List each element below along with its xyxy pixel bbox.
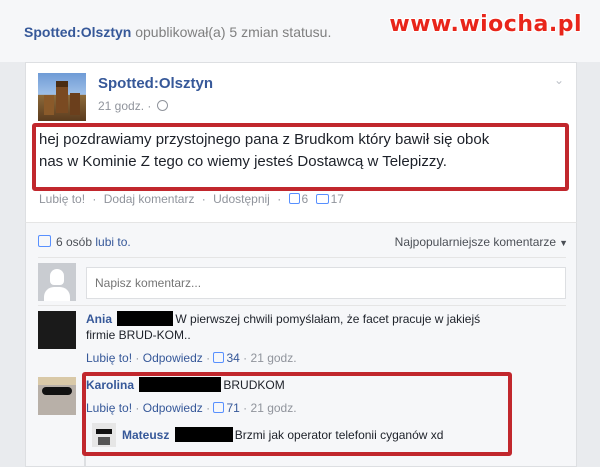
separator-dot: · bbox=[277, 192, 282, 206]
comment-author[interactable]: Ania bbox=[86, 312, 112, 326]
likes-summary-suffix: lubi to. bbox=[95, 235, 131, 249]
story-action-text: opublikował(a) 5 zmian statusu. bbox=[135, 24, 332, 40]
like-button[interactable]: Lubię to! bbox=[39, 192, 85, 206]
comment-like-button[interactable]: Lubię to! bbox=[86, 351, 132, 365]
page-name-link[interactable]: Spotted:Olsztyn bbox=[24, 24, 131, 40]
post-author-link[interactable]: Spotted:Olsztyn bbox=[98, 75, 213, 92]
feed-header-bar: Spotted:Olsztyn opublikował(a) 5 zmian s… bbox=[0, 0, 600, 62]
add-comment-button[interactable]: Dodaj komentarz bbox=[104, 192, 195, 206]
caret-down-icon: ▼ bbox=[559, 238, 568, 248]
highlight-box-post bbox=[32, 123, 569, 191]
highlight-box-comment bbox=[82, 372, 512, 456]
comment-text-line-2: firmie BRUD-KOM.. bbox=[86, 328, 191, 342]
divider bbox=[38, 305, 566, 306]
current-user-avatar bbox=[38, 263, 76, 301]
comment-text-line-1: W pierwszej chwili pomyślałam, że facet … bbox=[175, 312, 481, 326]
commenter-avatar[interactable] bbox=[38, 311, 76, 349]
separator-dot: · bbox=[201, 192, 206, 206]
comments-count[interactable]: 17 bbox=[331, 192, 344, 206]
likes-count[interactable]: 6 bbox=[302, 192, 309, 206]
divider bbox=[38, 257, 566, 258]
sort-comments-dropdown[interactable]: Najpopularniejsze komentarze ▼ bbox=[395, 235, 568, 249]
redaction-bar bbox=[117, 311, 174, 326]
globe-icon bbox=[157, 100, 169, 111]
comment-input[interactable] bbox=[86, 267, 566, 299]
thumbs-up-icon bbox=[38, 235, 51, 247]
like-icon bbox=[288, 193, 300, 204]
comment-likes-count[interactable]: 34 bbox=[226, 351, 239, 365]
post-actions: Lubię to! · Dodaj komentarz · Udostępnij… bbox=[39, 192, 344, 206]
post-timestamp[interactable]: 21 godz. bbox=[98, 99, 144, 113]
feed-story-line: Spotted:Olsztyn opublikował(a) 5 zmian s… bbox=[24, 24, 331, 40]
separator-dot: · bbox=[135, 351, 140, 365]
separator-dot: · bbox=[92, 192, 97, 206]
comment-reply-button[interactable]: Odpowiedz bbox=[143, 351, 203, 365]
comment-icon bbox=[315, 194, 329, 204]
comment-actions: Lubię to! · Odpowiedz · 34 · 21 godz. bbox=[86, 351, 297, 365]
commenter-avatar[interactable] bbox=[38, 377, 76, 415]
comment-timestamp[interactable]: 21 godz. bbox=[251, 351, 297, 365]
post-meta: 21 godz. · bbox=[98, 99, 169, 113]
chevron-down-icon[interactable]: ⌄ bbox=[554, 73, 564, 87]
likes-summary: 6 osób lubi to. bbox=[38, 235, 131, 249]
sort-label: Najpopularniejsze komentarze bbox=[394, 235, 557, 249]
like-icon bbox=[213, 352, 225, 363]
separator-dot: · bbox=[243, 351, 248, 365]
separator-dot: · bbox=[147, 99, 152, 113]
watermark-logo: www.wiocha.pl bbox=[389, 12, 582, 37]
page-avatar[interactable] bbox=[38, 73, 86, 121]
comment-text: Ania W pierwszej chwili pomyślałam, że f… bbox=[86, 311, 556, 343]
likes-summary-count[interactable]: 6 osób bbox=[56, 235, 92, 249]
separator-dot: · bbox=[206, 351, 211, 365]
share-button[interactable]: Udostępnij bbox=[213, 192, 270, 206]
